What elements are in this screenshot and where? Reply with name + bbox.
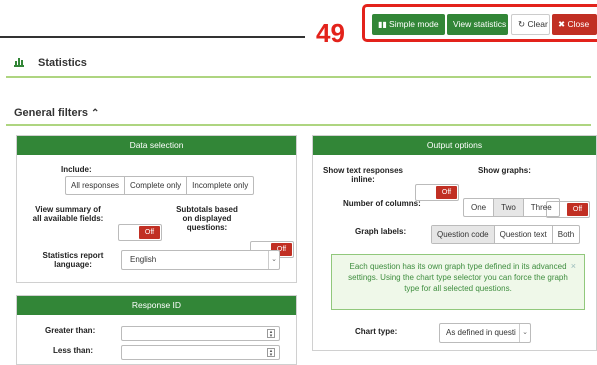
close-icon: ✖ [558,19,566,29]
chevron-down-icon: ⌄ [519,324,530,342]
toggle-off-state: Off [567,203,588,216]
toggle-off-state: Off [139,226,160,239]
title-divider [6,76,591,78]
chart-type-select[interactable]: As defined in questi ⌄ [439,323,531,343]
info-text: Each question has its own graph type def… [348,262,568,293]
close-label: Close [567,19,590,29]
number-spinner-icon[interactable]: ▴ ▾ [267,329,275,339]
page-title: Statistics [14,57,87,69]
less-than-input[interactable]: ▴ ▾ [121,345,280,360]
columns-one[interactable]: One [464,199,495,216]
clear-button[interactable]: ↻ Clear [511,14,550,35]
graph-labels-button-group: Question code Question text Both [431,225,581,244]
chart-type-info-alert: Each question has its own graph type def… [331,254,585,310]
data-selection-heading: Data selection [17,136,296,155]
graph-labels-label: Graph labels: [355,227,407,236]
columns-button-group: One Two Three [463,198,560,217]
chevron-up-icon: ⌃ [91,108,100,119]
close-button[interactable]: ✖ Close [552,14,597,35]
annotation-line [0,36,305,38]
language-label: Statistics report language: [42,251,104,269]
simple-mode-button[interactable]: ▮▮ Simple mode [372,14,445,35]
filters-divider [6,124,591,126]
subtotals-label: Subtotals based on displayed questions: [176,205,238,232]
include-label: Include: [61,165,92,174]
bar-chart-icon: ▮▮ [378,20,390,29]
greater-than-input[interactable]: ▴ ▾ [121,326,280,341]
general-filters-toggle[interactable]: General filters ⌃ [14,107,99,119]
greater-than-label: Greater than: [45,326,96,335]
view-summary-label: View summary of all available fields: [32,205,104,223]
general-filters-label: General filters [14,107,88,119]
response-id-heading: Response ID [17,296,296,315]
show-text-inline-toggle[interactable]: Off [415,184,459,201]
view-statistics-button[interactable]: View statistics [447,14,508,35]
graph-label-question-text[interactable]: Question text [495,226,553,243]
chart-type-label: Chart type: [355,327,398,336]
include-all-responses[interactable]: All responses [66,177,126,194]
graph-label-question-code[interactable]: Question code [432,226,495,243]
columns-two[interactable]: Two [494,199,524,216]
toggle-off-state: Off [436,186,457,199]
response-id-panel: Response ID Greater than: ▴ ▾ Less than: … [16,295,297,365]
annotation-number: 49 [316,18,345,48]
columns-three[interactable]: Three [524,199,559,216]
data-selection-panel: Data selection Include: All responses Co… [16,135,297,283]
output-options-panel: Output options Show text responses inlin… [312,135,597,351]
chart-type-select-value: As defined in questi [446,328,516,337]
view-summary-toggle[interactable]: Off [118,224,162,241]
graph-label-both[interactable]: Both [553,226,579,243]
number-spinner-icon[interactable]: ▴ ▾ [267,348,275,358]
refresh-icon: ↻ [518,19,526,29]
show-text-inline-label: Show text responses inline: [322,166,404,184]
language-select[interactable]: English ⌄ [121,250,280,270]
language-select-value: English [130,255,157,264]
close-icon[interactable]: × [571,261,576,272]
bar-chart-icon [14,58,24,67]
include-button-group: All responses Complete only Incomplete o… [65,176,255,195]
page-title-text: Statistics [38,57,87,69]
show-graphs-label: Show graphs: [478,166,531,175]
include-complete-only[interactable]: Complete only [125,177,188,194]
chevron-down-icon: ⌄ [268,251,279,269]
simple-mode-label: Simple mode [389,19,439,29]
include-incomplete-only[interactable]: Incomplete only [187,177,253,194]
columns-label: Number of columns: [343,199,421,208]
output-options-heading: Output options [313,136,596,155]
clear-label: Clear [527,19,548,29]
